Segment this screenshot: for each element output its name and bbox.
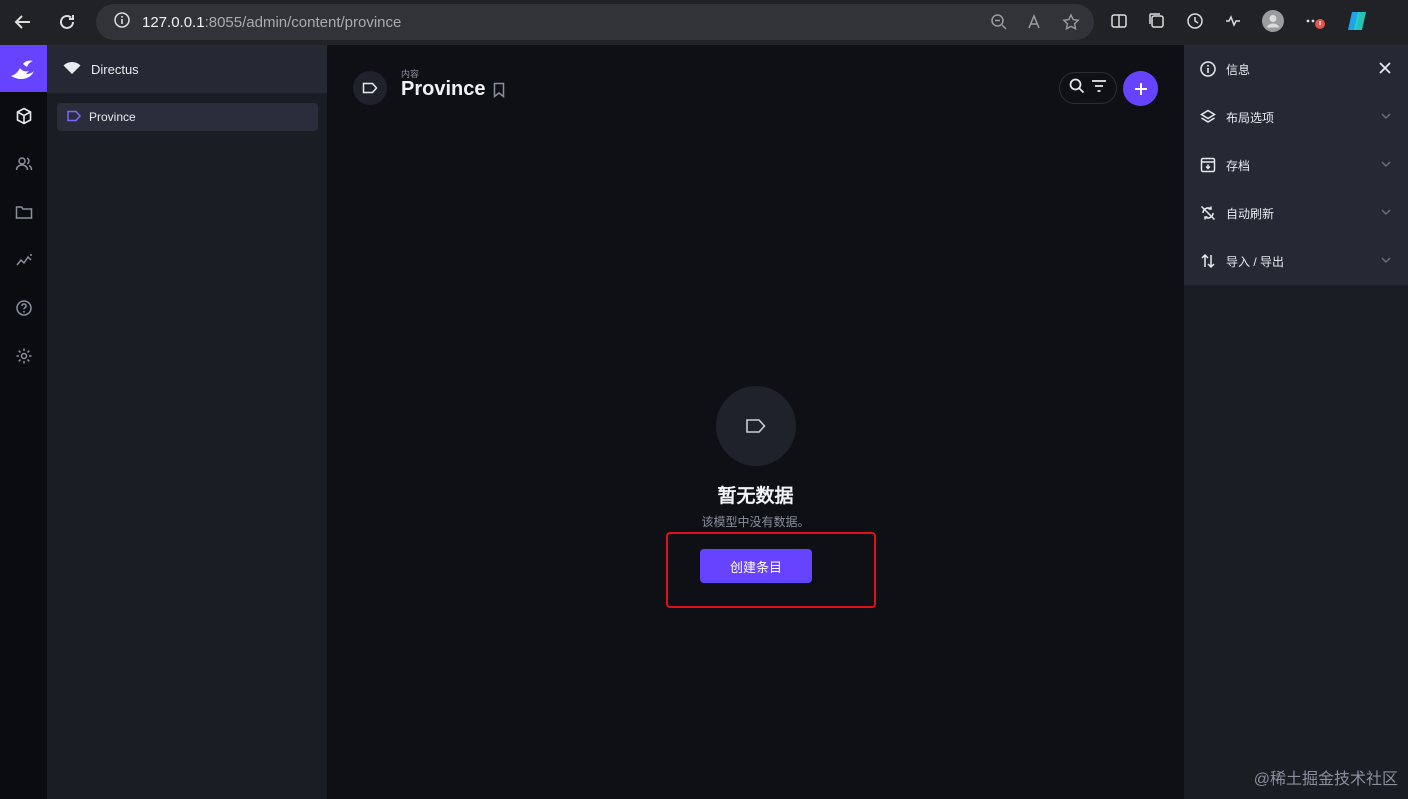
split-screen-icon[interactable] <box>1110 12 1128 35</box>
sidebar-section-label: 布局选项 <box>1226 110 1275 125</box>
right-sidebar: 信息 布局选项 存档 自动刷新 导入 / 导出 <box>1184 45 1408 799</box>
favorite-star-icon[interactable] <box>1062 13 1080 35</box>
import-export-icon <box>1200 253 1216 269</box>
page-title: Province <box>401 78 486 100</box>
main-content: 内容 Province 暂无数据 该模型中没有数据。 创建条目 <box>327 45 1184 799</box>
sidebar-section-label: 自动刷新 <box>1226 206 1275 221</box>
history-icon[interactable] <box>1186 12 1204 35</box>
create-item-plus-button[interactable] <box>1123 71 1158 106</box>
files-folder-icon[interactable] <box>0 188 47 236</box>
back-icon[interactable] <box>12 11 34 33</box>
navigation-pane: Directus Province <box>47 45 327 799</box>
sidebar-item-province[interactable]: Province <box>57 103 318 131</box>
sidebar-section-label: 导入 / 导出 <box>1226 254 1285 269</box>
insights-chart-icon[interactable] <box>0 236 47 284</box>
chevron-down-icon <box>1380 206 1392 221</box>
empty-state-icon-circle <box>716 386 796 466</box>
sidebar-section-layout-options[interactable]: 布局选项 <box>1184 93 1408 141</box>
project-header[interactable]: Directus <box>47 45 327 93</box>
copilot-icon[interactable] <box>1346 10 1368 37</box>
more-menu-icon[interactable] <box>1304 12 1326 35</box>
profile-avatar-icon[interactable] <box>1262 10 1284 37</box>
wifi-icon <box>63 61 81 78</box>
sidebar-item-label: Province <box>89 110 136 124</box>
collection-label-icon <box>353 71 387 105</box>
sidebar-section-auto-refresh[interactable]: 自动刷新 <box>1184 189 1408 237</box>
sync-off-icon <box>1200 205 1216 221</box>
sidebar-section-info[interactable]: 信息 <box>1184 45 1408 93</box>
filter-icon[interactable] <box>1091 79 1107 98</box>
users-module-icon[interactable] <box>0 140 47 188</box>
url-host: 127.0.0.1 <box>142 13 205 31</box>
create-item-button[interactable]: 创建条目 <box>700 549 812 583</box>
browser-toolbar: 127.0.0.1 :8055/admin/content/province <box>0 0 1408 45</box>
sidebar-section-label: 存档 <box>1226 158 1251 173</box>
close-icon[interactable] <box>1378 61 1392 78</box>
sidebar-section-import-export[interactable]: 导入 / 导出 <box>1184 237 1408 285</box>
chevron-down-icon <box>1380 254 1392 269</box>
site-info-icon[interactable] <box>114 12 130 32</box>
label-tag-icon <box>67 110 82 125</box>
settings-gear-icon[interactable] <box>0 332 47 380</box>
info-icon <box>1200 61 1216 77</box>
empty-state-title: 暂无数据 <box>717 486 794 507</box>
directus-logo[interactable] <box>0 45 47 92</box>
module-bar <box>0 45 47 799</box>
chevron-down-icon <box>1380 158 1392 173</box>
performance-icon[interactable] <box>1224 12 1242 35</box>
watermark: @稀土掘金技术社区 <box>1253 771 1398 788</box>
sidebar-section-archive[interactable]: 存档 <box>1184 141 1408 189</box>
url-path: :8055/admin/content/province <box>204 13 402 31</box>
content-module-cube-icon[interactable] <box>0 92 47 140</box>
archive-icon <box>1200 157 1216 173</box>
project-name: Directus <box>91 61 139 77</box>
collections-icon[interactable] <box>1148 12 1166 35</box>
search-icon[interactable] <box>1069 78 1085 99</box>
help-icon[interactable] <box>0 284 47 332</box>
label-tag-icon <box>746 419 766 433</box>
reload-icon[interactable] <box>56 11 78 33</box>
directus-app: Directus Province 内容 Province 暂无数据 该模型中没… <box>0 45 1408 799</box>
read-aloud-icon[interactable] <box>1026 13 1044 35</box>
zoom-icon[interactable] <box>990 13 1008 35</box>
search-filter-group <box>1059 72 1117 104</box>
empty-state-subtitle: 该模型中没有数据。 <box>701 515 810 529</box>
address-bar[interactable]: 127.0.0.1 :8055/admin/content/province <box>96 4 1094 40</box>
chevron-down-icon <box>1380 110 1392 125</box>
bookmark-icon[interactable] <box>492 82 506 103</box>
layers-icon <box>1200 109 1216 125</box>
sidebar-section-label: 信息 <box>1226 62 1251 77</box>
